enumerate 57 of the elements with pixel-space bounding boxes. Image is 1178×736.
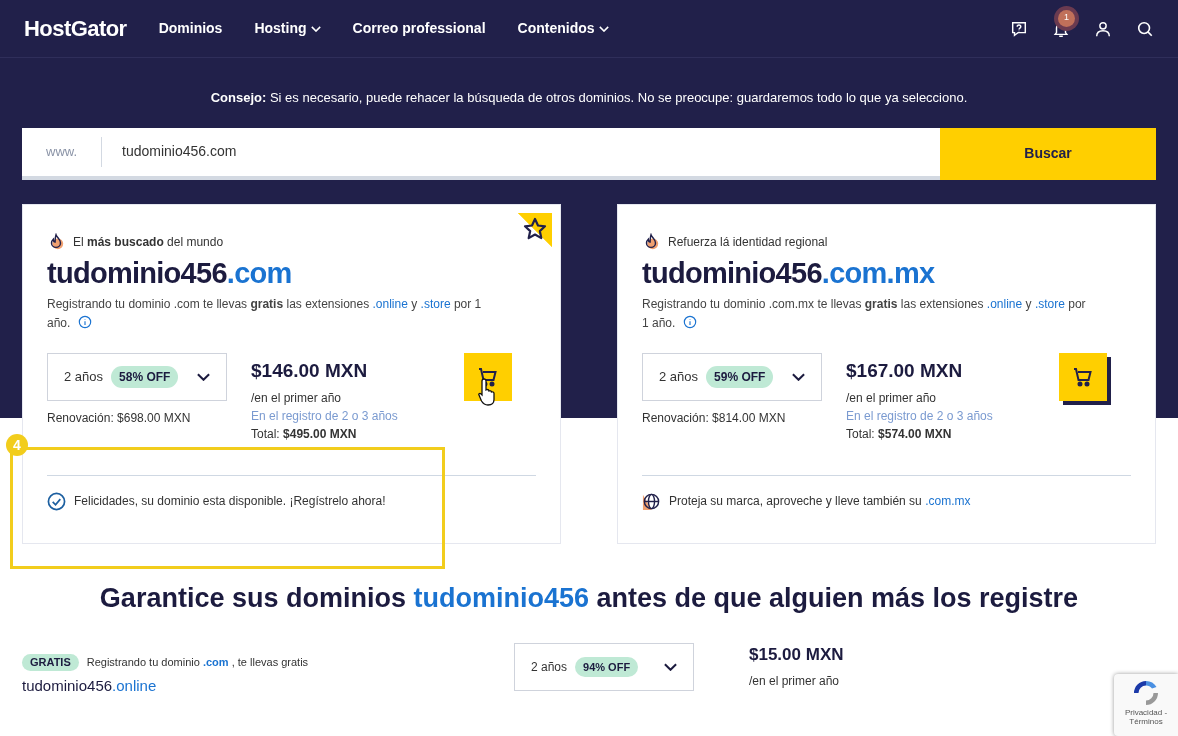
offer-description: Registrando tu dominio .com , te llevas gratis	[86, 655, 309, 670]
renewal-price: Renovación: $698.00 MXN	[47, 409, 192, 427]
tagline: Refuerza lá identidad regional	[668, 233, 828, 251]
offer-price-period: /en el primer año	[749, 672, 841, 690]
info-icon[interactable]	[683, 314, 698, 329]
domain-search-field[interactable]: www. tudominio456.com	[22, 127, 940, 180]
renewal-price: Renovación: $814.00 MXN	[642, 409, 787, 427]
chevron-down-icon	[197, 372, 210, 381]
logo[interactable]: HostGator	[24, 12, 127, 45]
price-note: En el registro de 2 o 3 años	[846, 408, 994, 426]
chevron-down-icon	[664, 663, 677, 671]
price: $167.00 MXN	[846, 358, 964, 383]
search-icon[interactable]	[1136, 19, 1154, 38]
card-footer-text: Proteja su marca, aproveche y lleve también su .com.mx	[669, 493, 971, 510]
link[interactable]: .online	[372, 296, 408, 311]
link[interactable]: tudominio456	[413, 582, 589, 613]
info-icon[interactable]	[78, 314, 93, 329]
price-period: /en el primer año	[846, 390, 938, 408]
link[interactable]: .com.mx	[925, 494, 971, 508]
term-dropdown[interactable]: 2 años 94% OFF	[514, 643, 694, 691]
offer-domain-name: tudominio456.online	[22, 675, 158, 696]
check-circle-icon	[47, 491, 66, 511]
link[interactable]: .store	[1034, 296, 1065, 311]
chevron-down-icon	[792, 372, 805, 381]
price-note: En el registro de 2 o 3 años	[251, 408, 399, 426]
price: $146.00 MXN	[251, 358, 369, 383]
help-chat-icon[interactable]	[1010, 19, 1028, 38]
card-footer-text: Felicidades, su dominio esta disponible. ¡Regístrelo ahora!	[74, 493, 386, 510]
nav-link[interactable]: Dominios	[158, 18, 223, 39]
tagline: El más buscado del mundo	[73, 233, 224, 251]
nav-link[interactable]: Contenidos	[517, 18, 609, 39]
domain-name: tudominio456.com	[47, 255, 293, 291]
recaptcha-links[interactable]: Privacidad - Términos	[1114, 708, 1178, 726]
total-price: Total: $495.00 MXN	[251, 426, 358, 444]
domain-name: tudominio456.com.mx	[642, 255, 936, 291]
section-heading: Garantice sus dominios tudominio456 antes de que alguien más los registre	[98, 581, 1080, 615]
recaptcha-icon	[1131, 678, 1161, 708]
free-badge: GRATIS	[22, 654, 79, 671]
card-description: Registrando tu dominio .com te llevas gratis las extensiones .online y .store por 1 año.	[47, 295, 483, 332]
card-description: Registrando tu dominio .com.mx te llevas gratis las extensiones .online y .store por 1 año.	[642, 295, 1087, 332]
offer-price: $15.00 MXN	[749, 644, 844, 666]
search-button[interactable]: Buscar	[940, 127, 1156, 180]
add-to-cart-button[interactable]	[464, 352, 512, 401]
link[interactable]: .com	[202, 656, 229, 668]
term-dropdown[interactable]: 2 años 58% OFF	[47, 352, 227, 401]
tip-text: Consejo: Si es necesario, puede rehacer la búsqueda de otros dominios. No se preocupe: guardaremos todo lo que ya selecciono.	[209, 89, 969, 107]
globe-icon	[642, 491, 661, 511]
www-prefix: www.	[22, 136, 103, 167]
term-dropdown[interactable]: 2 años 59% OFF	[642, 352, 822, 401]
link[interactable]: .online	[986, 296, 1023, 311]
nav-link[interactable]: Hosting	[254, 18, 321, 39]
nav-link[interactable]: Correo professional	[352, 18, 486, 39]
user-icon[interactable]	[1094, 19, 1112, 38]
price-period: /en el primer año	[251, 390, 343, 408]
total-price: Total: $574.00 MXN	[846, 426, 953, 444]
domain-search-input[interactable]: tudominio456.com	[122, 141, 940, 162]
link[interactable]: .store	[420, 296, 451, 311]
